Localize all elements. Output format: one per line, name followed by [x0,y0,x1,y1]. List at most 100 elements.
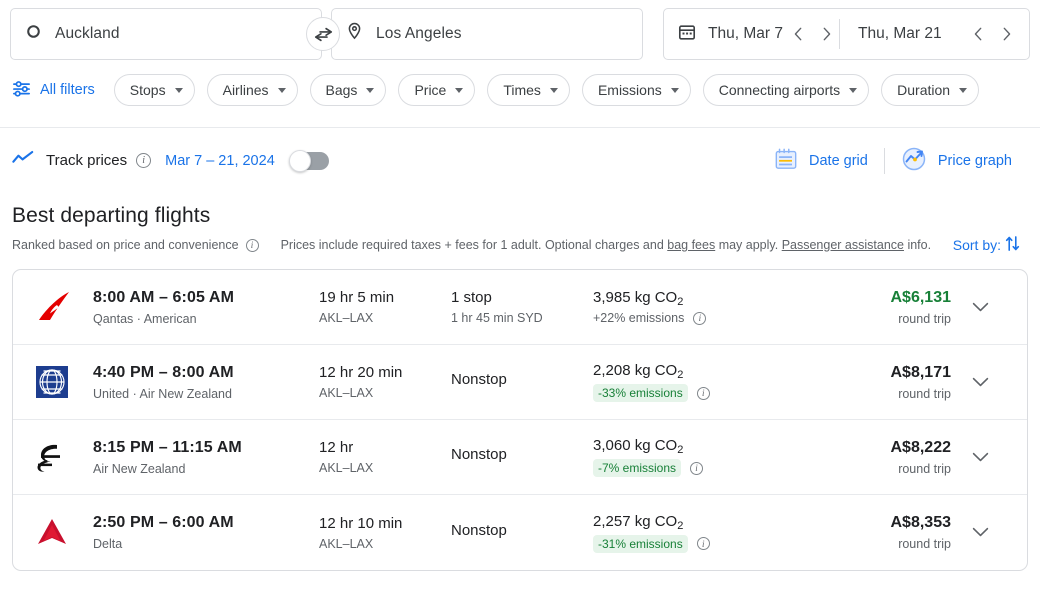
depart-next-day-button[interactable] [813,21,839,47]
origin-input[interactable]: Auckland [10,8,322,60]
delta-logo [33,516,93,550]
flight-price-cell: A$8,222 round trip [821,438,952,476]
flight-times-cell: 8:15 PM – 11:15 AM Air New Zealand [93,439,319,476]
filter-chip-price[interactable]: Price [398,74,476,106]
emissions-info-icon[interactable]: i [690,461,704,475]
flight-emissions-cell: 3,985 kg CO2 +22% emissions i [593,289,821,325]
depart-date-cell[interactable]: Thu, Mar 7 [678,21,839,47]
filter-chip-bags[interactable]: Bags [309,74,387,106]
tune-icon [12,79,31,102]
return-next-day-button[interactable] [993,21,1019,47]
ranked-info-icon[interactable]: i [245,238,259,252]
expand-flight-button[interactable] [951,302,1009,313]
filter-chip-connecting-airports[interactable]: Connecting airports [702,74,870,106]
track-prices-toggle[interactable] [288,149,329,172]
expand-flight-button[interactable] [951,527,1009,538]
flight-route: AKL–LAX [319,461,374,475]
emissions-badge: -7% emissions [593,459,682,477]
emissions-info-icon[interactable]: i [696,386,710,400]
filters-bar: All filters Stops Airlines Bags Price Ti… [0,60,1040,106]
flight-duration: 12 hr 10 min [319,514,403,532]
all-filters-label: All filters [40,82,95,98]
table-row[interactable]: 4:40 PM – 8:00 AM United · Air New Zeala… [13,345,1027,420]
flight-duration-cell: 19 hr 5 min AKL–LAX [319,289,451,325]
depart-date-value: Thu, Mar 7 [708,25,783,42]
flight-stops: Nonstop [451,521,507,539]
depart-prev-day-button[interactable] [785,21,811,47]
co2-subscript: 2 [677,519,684,532]
flight-emissions-cell: 2,257 kg CO2 -31% emissions i [593,513,821,553]
chevron-down-icon [366,87,375,93]
flight-airlines: Air New Zealand [93,461,186,476]
expand-flight-button[interactable] [951,452,1009,463]
flight-airlines: Qantas · American [93,311,197,326]
flight-results-list: 8:00 AM – 6:05 AM Qantas · American 19 h… [12,269,1028,571]
flight-duration-cell: 12 hr 10 min AKL–LAX [319,515,451,551]
disclaimer-text-3: info. [903,238,932,252]
filter-chip-times[interactable]: Times [487,74,570,106]
ranked-note: Ranked based on price and convenience [12,238,239,252]
swap-horizontal-icon[interactable] [306,17,340,51]
circle-outline-icon [25,23,42,45]
table-row[interactable]: 8:00 AM – 6:05 AM Qantas · American 19 h… [13,270,1027,345]
emissions-info-icon[interactable]: i [696,537,710,550]
flight-price-note: round trip [898,537,951,551]
passenger-assistance-link[interactable]: Passenger assistance [782,238,904,252]
location-pin-icon [346,22,363,46]
flight-co2-value: 2,208 kg CO [593,362,678,379]
price-graph-button[interactable]: Price graph [885,146,1028,176]
emissions-badge: -31% emissions [593,534,688,553]
chip-label-airlines: Airlines [222,82,269,98]
return-date-cell[interactable]: Thu, Mar 21 [839,19,1019,49]
return-prev-day-button[interactable] [965,21,991,47]
flight-price: A$8,222 [890,438,952,456]
track-prices-info-icon[interactable]: i [136,153,152,168]
chevron-down-icon [174,87,183,93]
emissions-info-icon[interactable]: i [693,311,707,325]
origin-value: Auckland [55,25,120,42]
chevron-down-icon [277,87,286,93]
filter-chip-airlines[interactable]: Airlines [206,74,298,106]
date-grid-label: Date grid [809,152,868,169]
bag-fees-link[interactable]: bag fees [667,238,715,252]
chip-label-times: Times [503,82,541,98]
all-filters-button[interactable]: All filters [12,79,95,102]
sort-by-button[interactable]: Sort by: [953,235,1028,255]
destination-input[interactable]: Los Angeles [331,8,643,60]
calendar-grid-icon [774,147,798,175]
qantas-logo [33,288,93,326]
date-grid-button[interactable]: Date grid [758,147,884,175]
table-row[interactable]: 2:50 PM – 6:00 AM Delta 12 hr 10 min AKL… [13,495,1027,570]
flight-co2: 3,060 kg CO2 [593,437,821,456]
flight-co2: 3,985 kg CO2 [593,289,821,308]
flight-price-note: round trip [898,386,951,401]
results-subheader: Ranked based on price and convenience i … [12,235,1028,255]
flight-co2: 2,208 kg CO2 [593,362,821,381]
co2-subscript: 2 [677,369,684,381]
flight-stops-cell: 1 stop 1 hr 45 min SYD [451,289,593,325]
trending-line-icon [12,150,34,171]
expand-flight-button[interactable] [951,377,1009,388]
chevron-down-icon [670,87,679,93]
place-inputs-group: Auckland Los Angeles [10,8,643,60]
filter-chip-stops[interactable]: Stops [113,74,195,106]
filter-chip-duration[interactable]: Duration [881,74,980,106]
flight-emissions-delta: +22% emissions [593,311,685,325]
filter-chip-emissions[interactable]: Emissions [581,74,691,106]
flight-stops: Nonstop [451,371,507,388]
flight-price: A$8,171 [890,363,952,381]
flight-stops-cell: Nonstop [451,446,593,468]
date-range-field[interactable]: Thu, Mar 7 Thu, Mar 21 [663,8,1030,60]
track-prices-date-range[interactable]: Mar 7 – 21, 2024 [165,153,275,169]
flight-airlines: United · Air New Zealand [93,386,232,401]
flight-co2-value: 3,060 kg CO [593,437,678,454]
search-bar: Auckland Los Angeles Thu, Mar 7 Thu, Mar… [0,0,1040,60]
chip-label-stops: Stops [129,82,166,98]
flight-times: 4:40 PM – 8:00 AM [93,363,234,381]
flight-co2-value: 3,985 kg CO [593,289,678,306]
price-disclaimer: Prices include required taxes + fees for… [281,238,932,252]
united-logo [33,363,93,401]
flight-duration: 12 hr [319,439,354,456]
flight-price-note: round trip [898,311,951,326]
table-row[interactable]: 8:15 PM – 11:15 AM Air New Zealand 12 hr… [13,420,1027,495]
